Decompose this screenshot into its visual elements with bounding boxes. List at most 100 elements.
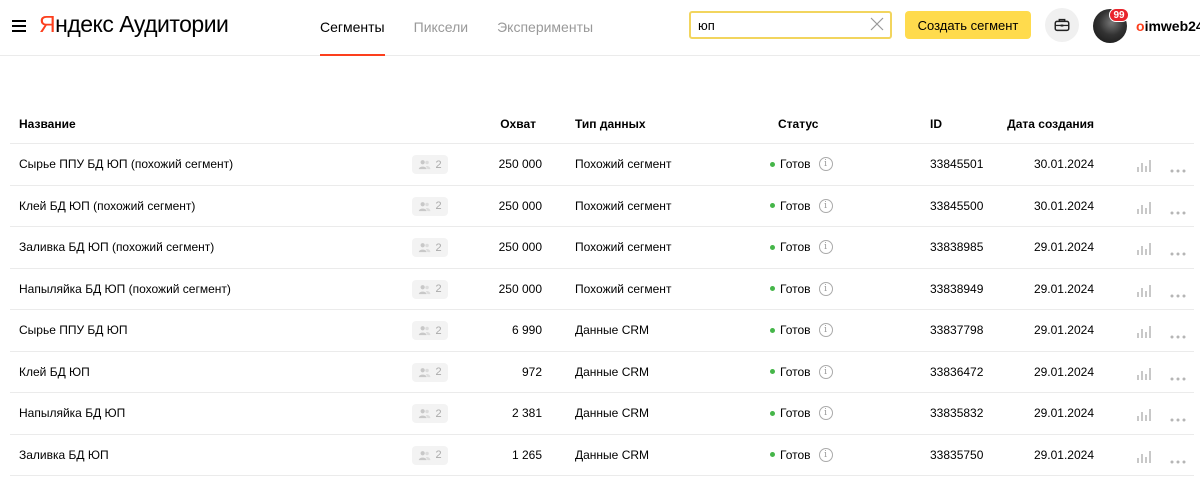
table-row[interactable]: Клей БД ЮП 2 972 Данные CRM Готов i 3383… [10,352,1194,393]
segment-id: 33836472 [930,364,984,379]
status-text: Готов [780,240,811,254]
segment-date: 29.01.2024 [1033,447,1094,462]
more-dots-icon[interactable] [1170,287,1186,301]
shared-users-count: 2 [435,158,442,171]
table-row[interactable]: Сырье ППУ БД ЮП (похожий сегмент) 2 250 … [10,144,1194,186]
segment-reach: 1 265 [511,447,542,462]
table-row[interactable]: Заливка БД ЮП (похожий сегмент) 2 250 00… [10,227,1194,269]
briefcase-button[interactable] [1045,8,1079,42]
users-icon [419,367,431,377]
column-header-name[interactable]: Название [19,117,76,131]
status-text: Готов [780,447,811,462]
segment-reach: 250 000 [498,157,542,171]
tab-pixels[interactable]: Пиксели [414,0,468,56]
column-header-id[interactable]: ID [930,117,942,131]
segment-date: 29.01.2024 [1033,240,1094,254]
tab-experiments[interactable]: Эксперименты [497,0,593,56]
table-row[interactable]: Сырье ППУ БД ЮП 2 6 990 Данные CRM Готов… [10,310,1194,352]
more-dots-icon[interactable] [1170,411,1186,425]
info-icon[interactable]: i [818,240,833,254]
segment-type: Данные CRM [575,447,650,462]
shared-users-badge[interactable]: 2 [412,321,448,340]
shared-users-count: 2 [435,283,442,295]
username[interactable]: oimweb24 [1136,18,1200,34]
segment-name[interactable]: Клей БД ЮП (похожий сегмент) [19,199,195,213]
column-header-date[interactable]: Дата создания [1007,117,1094,131]
more-dots-icon[interactable] [1170,370,1186,384]
segment-date: 29.01.2024 [1033,281,1094,296]
more-dots-icon[interactable] [1170,453,1186,467]
segment-name[interactable]: Клей БД ЮП [19,365,90,379]
status-dot [770,161,775,167]
shared-users-count: 2 [435,449,442,461]
segment-status: Готов i [770,240,833,254]
status-text: Готов [780,281,811,296]
bar-chart-icon[interactable] [1136,282,1152,301]
table-row[interactable]: Напыляйка БД ЮП 2 2 381 Данные CRM Готов… [10,393,1194,435]
segment-name[interactable]: Сырье ППУ БД ЮП (похожий сегмент) [19,157,233,171]
segment-status: Готов i [770,406,833,420]
info-icon[interactable]: i [818,157,833,171]
segment-reach: 2 381 [511,406,542,420]
segment-date: 29.01.2024 [1033,323,1094,337]
bar-chart-icon[interactable] [1136,406,1152,425]
segment-status: Готов i [770,281,833,296]
shared-users-count: 2 [435,241,442,254]
create-segment-button[interactable]: Создать сегмент [905,11,1031,39]
shared-users-badge[interactable]: 2 [412,238,448,257]
segment-name[interactable]: Заливка БД ЮП (похожий сегмент) [19,240,214,254]
bar-chart-icon[interactable] [1136,199,1152,218]
notification-badge[interactable]: 99 [1109,8,1129,22]
bar-chart-icon[interactable] [1136,157,1152,176]
segment-name[interactable]: Напыляйка БД ЮП (похожий сегмент) [19,282,231,296]
more-dots-icon[interactable] [1170,162,1186,176]
status-text: Готов [780,323,811,337]
bar-chart-icon[interactable] [1136,365,1152,384]
segment-date: 30.01.2024 [1033,157,1094,171]
segment-status: Готов i [770,198,833,213]
segment-name[interactable]: Заливка БД ЮП [19,448,109,462]
table-row[interactable]: Напыляйка БД ЮП (похожий сегмент) 2 250 … [10,269,1194,310]
shared-users-badge[interactable]: 2 [412,445,448,465]
table-header: Название Охват Тип данных Статус ID Дата… [10,103,1194,144]
segment-reach: 250 000 [498,240,542,254]
logo[interactable]: Яндекс Аудитории [39,11,229,38]
burger-menu-icon[interactable] [12,20,26,32]
close-icon[interactable] [869,16,885,32]
status-dot [770,410,775,416]
shared-users-badge[interactable]: 2 [412,155,448,174]
tab-segments[interactable]: Сегменты [320,0,385,56]
column-header-status[interactable]: Статус [778,117,818,131]
column-header-type[interactable]: Тип данных [575,117,646,131]
bar-chart-icon[interactable] [1136,448,1152,467]
info-icon[interactable]: i [818,406,833,420]
segment-id: 33835750 [930,447,984,462]
segment-name[interactable]: Сырье ППУ БД ЮП [19,323,128,337]
bar-chart-icon[interactable] [1136,323,1152,342]
users-icon [419,326,431,336]
info-icon[interactable]: i [818,281,833,296]
shared-users-badge[interactable]: 2 [412,362,448,382]
status-dot [770,327,775,333]
segment-name[interactable]: Напыляйка БД ЮП [19,406,125,420]
info-icon[interactable]: i [818,198,833,213]
more-dots-icon[interactable] [1170,328,1186,342]
info-icon[interactable]: i [818,323,833,337]
segment-date: 29.01.2024 [1033,364,1094,379]
shared-users-badge[interactable]: 2 [412,404,448,423]
table-row[interactable]: Заливка БД ЮП 2 1 265 Данные CRM Готов i… [10,435,1194,476]
info-icon[interactable]: i [818,364,833,379]
info-icon[interactable]: i [818,447,833,462]
segment-type: Похожий сегмент [575,281,672,296]
shared-users-badge[interactable]: 2 [412,279,448,299]
search-input[interactable] [691,13,861,37]
status-dot [770,244,775,250]
more-dots-icon[interactable] [1170,245,1186,259]
bar-chart-icon[interactable] [1136,240,1152,259]
more-dots-icon[interactable] [1170,204,1186,218]
shared-users-count: 2 [435,366,442,378]
shared-users-badge[interactable]: 2 [412,196,448,216]
column-header-reach[interactable]: Охват [500,117,536,131]
table-row[interactable]: Клей БД ЮП (похожий сегмент) 2 250 000 П… [10,186,1194,227]
segment-type: Данные CRM [575,406,650,420]
